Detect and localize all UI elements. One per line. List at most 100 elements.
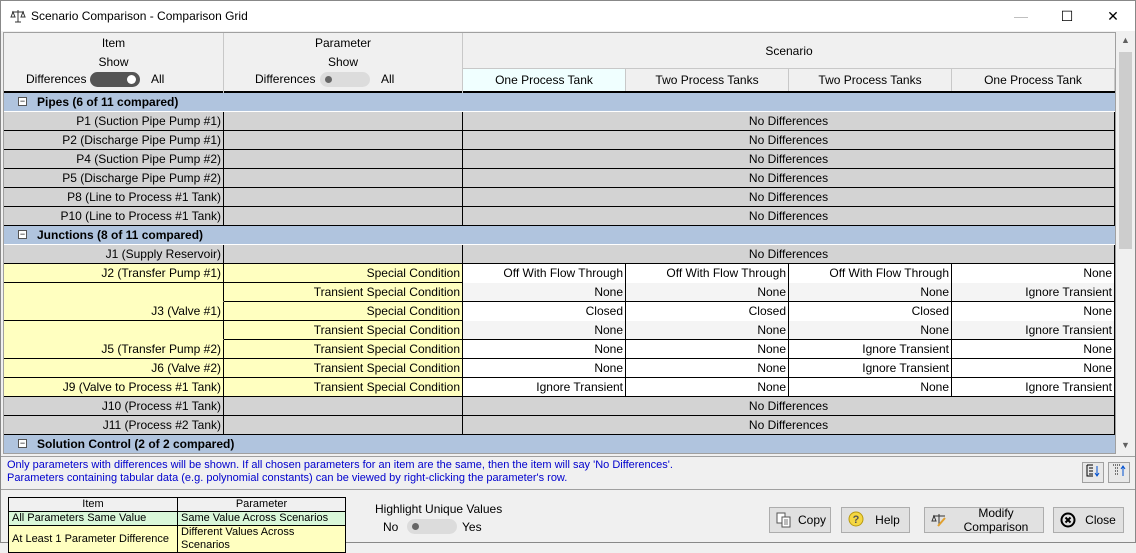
divider [1,456,1135,457]
value-cell: None [463,283,626,302]
table-row[interactable]: J2 (Transfer Pump #1) Special Condition Of… [4,264,1115,283]
item-cell: P1 (Suction Pipe Pump #1) [4,112,224,131]
no-differences-cell: No Differences [463,188,1115,207]
parameter-cell: Transient Special Condition [224,321,463,340]
value-cell: None [626,359,789,378]
value-cell: Ignore Transient [789,340,952,359]
value-cell: None [789,321,952,340]
scenario-column-1[interactable]: One Process Tank [463,69,626,91]
parameter-cell [224,131,463,150]
item-cell: J1 (Supply Reservoir) [4,245,224,264]
value-cell: None [626,340,789,359]
value-cell: None [463,359,626,378]
grid-header: Item Show Differences All Parameter Show… [4,33,1115,93]
value-cell: None [952,340,1115,359]
no-differences-cell: No Differences [463,131,1115,150]
value-cell: Ignore Transient [952,321,1115,340]
parameter-cell: Transient Special Condition [224,378,463,397]
table-row[interactable]: J5 (Transfer Pump #2) Transient Special C… [4,340,1115,359]
parameter-show-toggle[interactable] [320,72,370,87]
scale-icon [10,8,26,24]
table-row[interactable]: J10 (Process #1 Tank) No Differences [4,397,1115,416]
modify-comparison-button[interactable]: Modify Comparison [924,506,1044,534]
item-all-label: All [151,72,165,86]
collapse-all-button[interactable] [1108,462,1130,483]
close-button[interactable]: Close [1053,507,1124,533]
parameter-cell [224,169,463,188]
item-header-title: Item [101,36,126,50]
table-row[interactable]: J1 (Supply Reservoir) No Differences [4,245,1115,264]
group-label: Solution Control (2 of 2 compared) [37,437,235,451]
parameter-show-label: Show [327,55,359,69]
value-cell: None [952,264,1115,283]
table-row[interactable]: Transient Special Condition None None None I… [4,321,1115,340]
item-show-toggle[interactable] [90,72,140,87]
parameter-cell: Special Condition [224,264,463,283]
vertical-scrollbar[interactable]: ▲ ▼ [1117,32,1134,454]
value-cell: Closed [463,302,626,321]
color-legend: Item Parameter All Parameters Same Value… [8,497,346,553]
collapse-group-icon[interactable]: − [18,97,27,106]
scroll-down-icon[interactable]: ▼ [1117,437,1134,454]
legend-parameter-diff: Different Values Across Scenarios [177,525,346,553]
svg-text:?: ? [853,514,860,526]
collapse-group-icon[interactable]: − [18,230,27,239]
item-cell: P10 (Line to Process #1 Tank) [4,207,224,226]
scroll-up-icon[interactable]: ▲ [1117,32,1134,49]
parameter-header-title: Parameter [314,36,372,50]
value-cell: Ignore Transient [463,378,626,397]
table-row[interactable]: P8 (Line to Process #1 Tank) No Differenc… [4,188,1115,207]
parameter-cell: Transient Special Condition [224,283,463,302]
parameter-cell: Transient Special Condition [224,359,463,378]
maximize-icon: ☐ [1060,7,1074,24]
close-circle-icon [1058,510,1078,530]
scenario-column-3[interactable]: Two Process Tanks [789,69,952,91]
info-text: Only parameters with differences will be… [7,459,673,485]
parameter-differences-label: Differences [255,72,316,86]
parameter-cell: Transient Special Condition [224,340,463,359]
table-row[interactable]: J6 (Valve #2) Transient Special Condition… [4,359,1115,378]
table-row[interactable]: P1 (Suction Pipe Pump #1) No Differences [4,112,1115,131]
collapse-group-icon[interactable]: − [18,439,27,448]
help-button[interactable]: ? Help [841,507,910,533]
item-cell [4,283,224,302]
group-label: Pipes (6 of 11 compared) [37,95,179,109]
group-header[interactable]: − Pipes (6 of 11 compared) [4,93,1115,112]
item-cell: J2 (Transfer Pump #1) [4,264,224,283]
table-row[interactable]: J9 (Valve to Process #1 Tank) Transient S… [4,378,1115,397]
expand-all-button[interactable] [1082,462,1104,483]
table-row[interactable]: Transient Special Condition None None None I… [4,283,1115,302]
highlight-yes-label: Yes [462,520,482,534]
group-header[interactable]: − Solution Control (2 of 2 compared) [4,435,1115,453]
table-row[interactable]: P2 (Discharge Pipe Pump #1) No Difference… [4,131,1115,150]
parameter-cell [224,150,463,169]
table-row[interactable]: J3 (Valve #1) Special Condition Closed Clos… [4,302,1115,321]
no-differences-cell: No Differences [463,416,1115,435]
comparison-grid: Item Show Differences All Parameter Show… [3,32,1116,454]
no-differences-cell: No Differences [463,112,1115,131]
highlight-unique-label: Highlight Unique Values [375,502,503,516]
highlight-unique-toggle[interactable] [407,519,457,534]
scenario-column-2[interactable]: Two Process Tanks [626,69,789,91]
modify-comparison-label: Modify Comparison [963,506,1029,534]
help-label: Help [875,513,900,527]
item-column-header: Item Show Differences All [4,33,224,93]
scenario-column-4[interactable]: One Process Tank [952,69,1115,91]
maximize-button[interactable]: ☐ [1044,1,1090,31]
window-title: Scenario Comparison - Comparison Grid [31,9,248,23]
item-show-label: Show [98,55,129,69]
table-row[interactable]: J11 (Process #2 Tank) No Differences [4,416,1115,435]
copy-button[interactable]: Copy [769,507,831,533]
table-row[interactable]: P5 (Discharge Pipe Pump #2) No Difference… [4,169,1115,188]
close-window-button[interactable]: ✕ [1090,1,1136,31]
parameter-cell [224,397,463,416]
parameter-cell [224,207,463,226]
value-cell: Closed [626,302,789,321]
table-row[interactable]: P10 (Line to Process #1 Tank) No Differen… [4,207,1115,226]
group-header[interactable]: − Junctions (8 of 11 compared) [4,226,1115,245]
minimize-button[interactable]: — [998,1,1044,31]
item-differences-label: Differences [26,72,87,86]
table-row[interactable]: P4 (Suction Pipe Pump #2) No Differences [4,150,1115,169]
scrollbar-thumb[interactable] [1119,52,1132,249]
window: Scenario Comparison - Comparison Grid — … [0,0,1136,553]
